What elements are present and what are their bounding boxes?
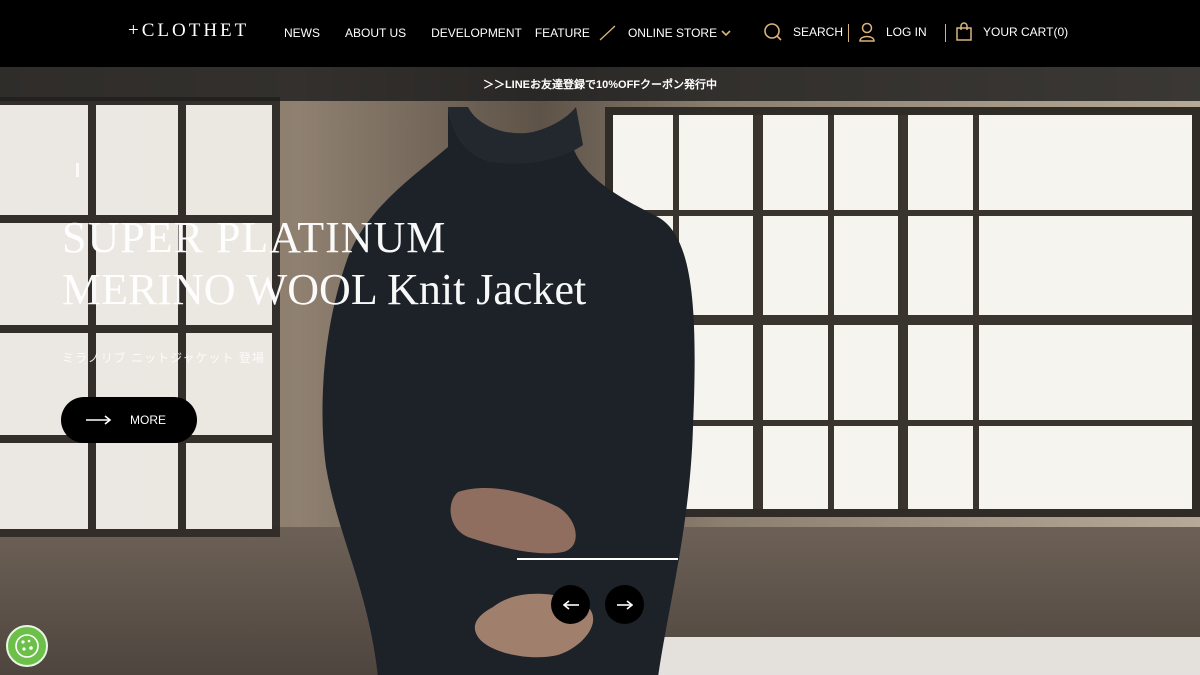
search-icon [764, 23, 782, 41]
nav-development[interactable]: DEVELOPMENT [431, 26, 522, 40]
cookie-icon [15, 634, 39, 658]
arrow-right-icon [616, 599, 633, 610]
hero-headline-line1: SUPER PLATINUM [62, 213, 447, 262]
slash-divider-icon [599, 25, 616, 41]
more-button[interactable]: MORE [61, 397, 197, 443]
nav-online-store[interactable]: ONLINE STORE [628, 26, 731, 40]
bag-icon [956, 22, 972, 41]
nav-news[interactable]: NEWS [284, 26, 320, 40]
hero-table [640, 637, 1200, 675]
slider-progress-bar [517, 558, 678, 560]
hero-mark [76, 163, 79, 177]
slider-next-button[interactable] [605, 585, 644, 624]
search-label: SEARCH [793, 25, 844, 39]
site-header: +CLOTHET NEWS ABOUT US DEVELOPMENT FEATU… [0, 0, 1200, 67]
hero-model-image [322, 107, 695, 675]
nav-about-us[interactable]: ABOUT US [345, 26, 406, 40]
nav-online-store-label: ONLINE STORE [627, 26, 718, 40]
search-button[interactable]: SEARCH [763, 22, 843, 42]
logo[interactable]: +CLOTHET [128, 20, 249, 42]
login-label: LOG IN [886, 25, 927, 39]
header-divider [848, 24, 849, 42]
hero-slider: SUPER PLATINUM MERINO WOOL Knit Jacket ミ… [0, 67, 1200, 675]
chevron-down-icon [721, 30, 731, 37]
main-nav: NEWS ABOUT US DEVELOPMENT FEATURE ONLINE… [284, 25, 731, 41]
announcement-bar[interactable]: ＞＞LINEお友達登録で10%OFFクーポン発行中 [0, 67, 1200, 101]
cookie-settings-button[interactable] [6, 625, 48, 667]
slider-prev-button[interactable] [551, 585, 590, 624]
hero-headline: SUPER PLATINUM MERINO WOOL Knit Jacket [62, 212, 586, 316]
hero-subtitle: ミラノリブ ニットジャケット 登場 [62, 351, 265, 365]
user-icon [859, 22, 875, 42]
cart-button[interactable]: YOUR CART(0) [955, 22, 1068, 42]
login-button[interactable]: LOG IN [858, 22, 927, 42]
nav-feature[interactable]: FEATURE [535, 26, 590, 40]
hero-window-left [0, 97, 280, 537]
arrow-left-icon [562, 599, 579, 610]
cart-label: YOUR CART(0) [983, 25, 1069, 39]
header-divider [945, 24, 946, 42]
hero-headline-line2: MERINO WOOL Knit Jacket [62, 265, 587, 314]
more-label: MORE [130, 413, 166, 427]
arrow-right-icon [86, 415, 112, 425]
